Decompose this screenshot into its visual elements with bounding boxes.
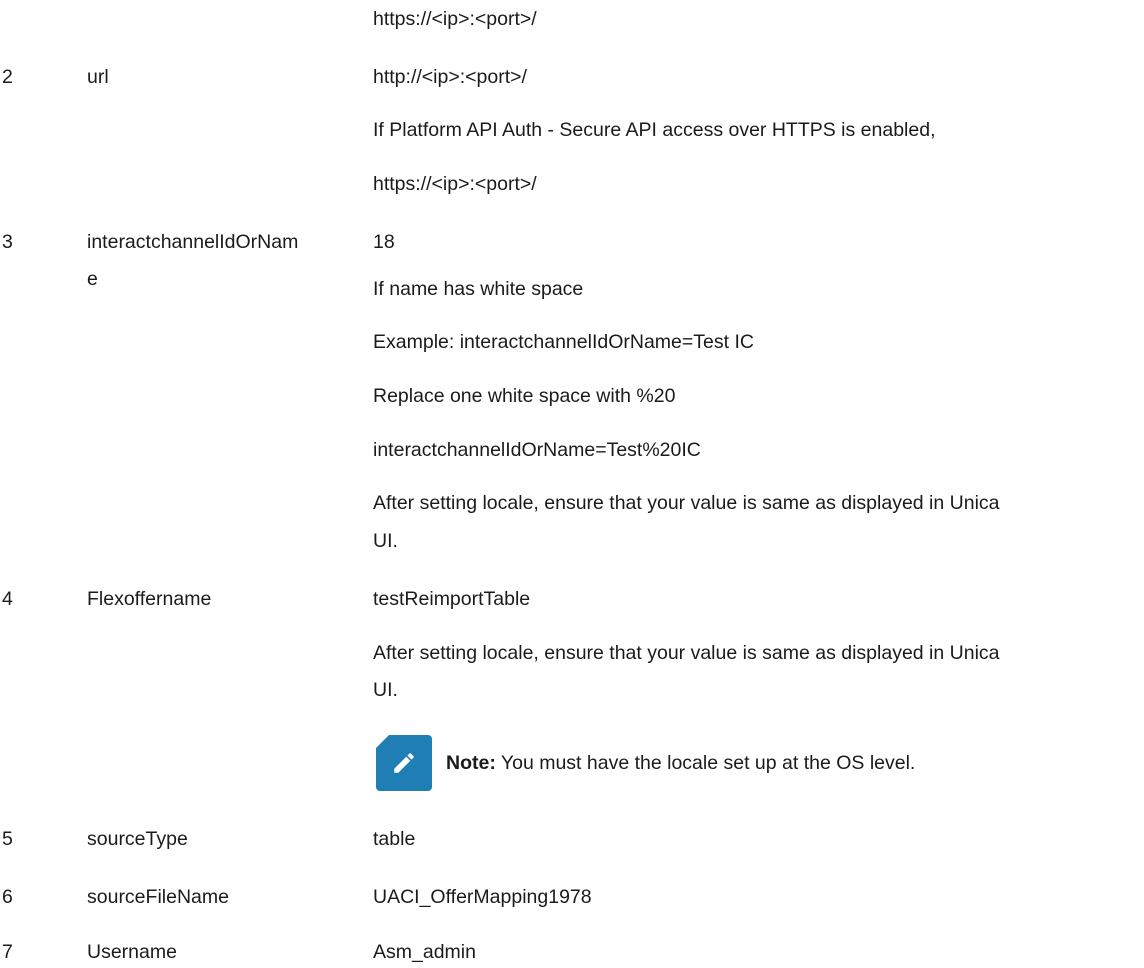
parameter-name: sourceType [87, 828, 188, 850]
row-number: 6 [2, 886, 13, 908]
parameter-name: Username [87, 941, 177, 963]
value-line: After setting locale, ensure that your v… [373, 642, 1000, 664]
row-number: 5 [2, 828, 13, 850]
value-line: Replace one white space with %20 [373, 385, 676, 407]
row-number: 3 [2, 231, 13, 253]
value-line: https://<ip>:<port>/ [373, 8, 537, 30]
row-number: 7 [2, 941, 13, 963]
row-number: 2 [2, 66, 13, 88]
value-line: UI. [373, 679, 398, 701]
value-line: table [373, 828, 416, 850]
note-body: You must have the locale set up at the O… [495, 752, 916, 774]
parameter-name-continued: e [87, 268, 98, 290]
parameter-name: url [87, 66, 109, 88]
parameter-name: Flexoffername [87, 588, 212, 610]
parameter-name: interactchannelIdOrNam [87, 231, 299, 253]
value-line: If name has white space [373, 278, 584, 300]
value-line: interactchannelIdOrName=Test%20IC [373, 439, 701, 461]
value-line: After setting locale, ensure that your v… [373, 492, 1000, 514]
value-line: http://<ip>:<port>/ [373, 66, 527, 88]
row-number: 4 [2, 588, 13, 610]
parameter-name: sourceFileName [87, 886, 229, 908]
note-text: Note: You must have the locale set up at… [446, 751, 915, 775]
value-line: testReimportTable [373, 588, 531, 610]
parameter-table: https://<ip>:<port>/ 2 url http://<ip>:<… [0, 0, 1144, 968]
value-line: UI. [373, 530, 398, 552]
note-label: Note: [446, 752, 496, 774]
pencil-icon [376, 735, 432, 791]
value-line: Asm_admin [373, 941, 476, 963]
value-line: Example: interactchannelIdOrName=Test IC [373, 331, 754, 353]
value-line: 18 [373, 231, 395, 253]
value-line: UACI_OfferMapping1978 [373, 886, 592, 908]
value-line: https://<ip>:<port>/ [373, 173, 537, 195]
value-line: If Platform API Auth - Secure API access… [373, 119, 936, 141]
